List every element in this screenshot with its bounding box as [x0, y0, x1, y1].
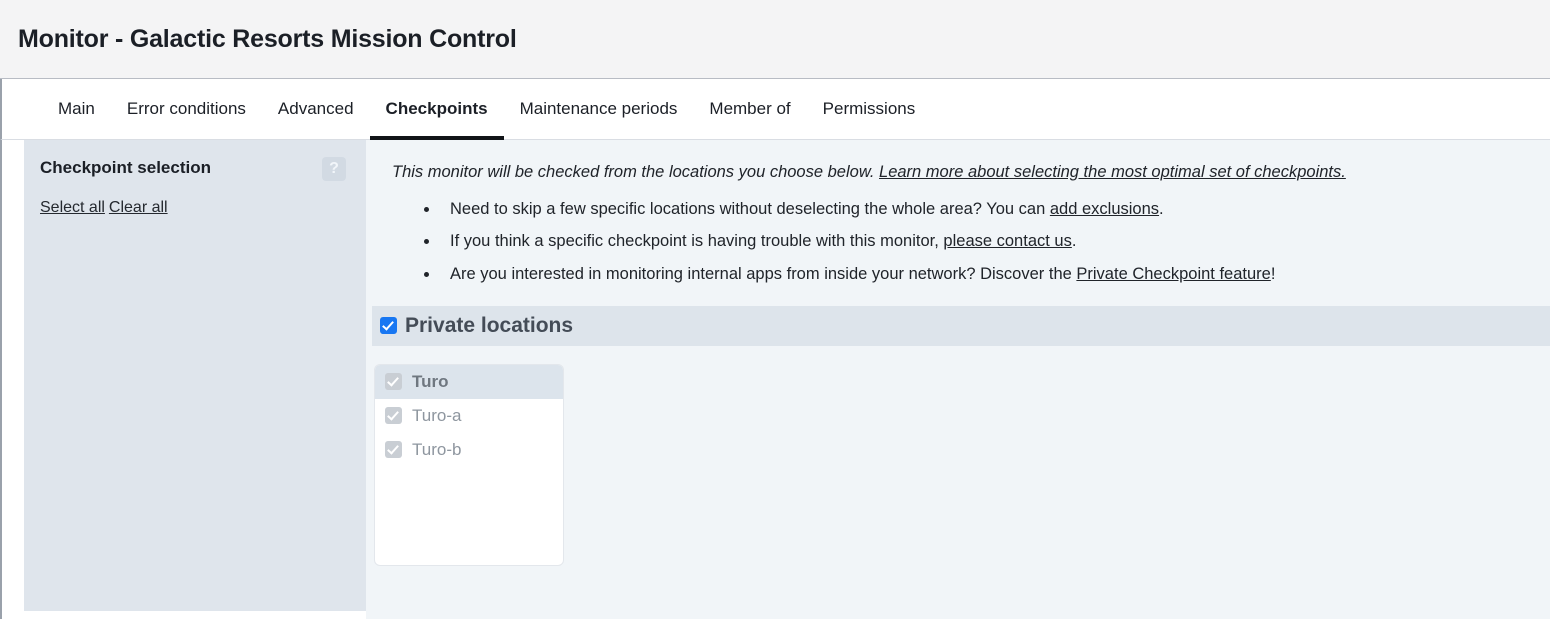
list-item[interactable]: Turo-b: [375, 433, 563, 467]
bullet-text-before: If you think a specific checkpoint is ha…: [450, 232, 944, 251]
list-item: If you think a specific checkpoint is ha…: [422, 231, 1550, 252]
add-exclusions-link[interactable]: add exclusions: [1050, 200, 1159, 218]
location-checkbox[interactable]: [385, 407, 402, 425]
private-checkpoint-feature-link[interactable]: Private Checkpoint feature: [1076, 265, 1270, 283]
tab-label: Main: [58, 99, 95, 118]
list-item: Need to skip a few specific locations wi…: [422, 199, 1550, 220]
bullet-text-before: Need to skip a few specific locations wi…: [450, 199, 1050, 218]
private-locations-header: Private locations: [372, 305, 1550, 346]
learn-more-link[interactable]: Learn more about selecting the most opti…: [879, 163, 1346, 181]
checkpoint-selection-panel: Checkpoint selection ? Select all Clear a…: [24, 140, 366, 611]
bullet-text-after: .: [1071, 232, 1077, 251]
list-item[interactable]: Turo: [375, 364, 563, 399]
page-body: Checkpoint selection ? Select all Clear a…: [0, 140, 1550, 619]
private-locations-listbox[interactable]: Turo Turo-a Turo-b: [374, 363, 564, 566]
list-item[interactable]: Turo-a: [375, 399, 563, 433]
tab-member-of[interactable]: Member of: [693, 79, 806, 139]
page-title: Monitor - Galactic Resorts Mission Contr…: [18, 24, 517, 53]
tab-label: Member of: [709, 99, 791, 118]
intro-text: This monitor will be checked from the lo…: [366, 162, 1550, 183]
tab-bar: Main Error conditions Advanced Checkpoin…: [0, 79, 1550, 140]
location-label: Turo-b: [412, 439, 462, 459]
location-label: Turo-a: [412, 405, 462, 425]
bullet-text-after: !: [1270, 264, 1276, 283]
bullet-text-before: Are you interested in monitoring interna…: [450, 264, 1077, 283]
tab-label: Error conditions: [126, 99, 246, 118]
tab-permissions[interactable]: Permissions: [807, 79, 932, 139]
select-all-link[interactable]: Select all: [40, 199, 105, 216]
checkpoints-main-content: This monitor will be checked from the lo…: [366, 140, 1550, 619]
location-checkbox[interactable]: [385, 441, 402, 459]
tab-label: Advanced: [277, 99, 354, 118]
tab-advanced[interactable]: Advanced: [262, 79, 370, 139]
bullet-text-after: .: [1159, 199, 1164, 218]
contact-us-link[interactable]: please contact us: [943, 232, 1071, 250]
sidebar-gutter: [2, 140, 24, 619]
location-label: Turo: [412, 371, 449, 391]
list-item: Are you interested in monitoring interna…: [422, 264, 1550, 285]
tab-checkpoints[interactable]: Checkpoints: [369, 79, 504, 140]
clear-all-link[interactable]: Clear all: [109, 199, 168, 216]
tab-label: Maintenance periods: [519, 99, 678, 118]
intro-sentence: This monitor will be checked from the lo…: [392, 163, 875, 181]
private-locations-label: Private locations: [405, 313, 574, 337]
tab-error-conditions[interactable]: Error conditions: [111, 79, 262, 139]
tab-main[interactable]: Main: [42, 79, 111, 139]
help-icon[interactable]: ?: [322, 157, 346, 181]
location-checkbox[interactable]: [385, 373, 402, 391]
private-locations-checkbox[interactable]: [380, 317, 397, 335]
sidebar-header: Checkpoint selection ?: [40, 157, 346, 181]
tab-label: Checkpoints: [385, 99, 488, 118]
page-header: Monitor - Galactic Resorts Mission Contr…: [0, 0, 1550, 79]
sidebar-title: Checkpoint selection: [40, 158, 211, 177]
info-bullet-list: Need to skip a few specific locations wi…: [366, 199, 1550, 285]
tab-label: Permissions: [822, 99, 916, 118]
sidebar-actions: Select all Clear all: [40, 199, 346, 217]
tab-maintenance-periods[interactable]: Maintenance periods: [504, 79, 694, 139]
